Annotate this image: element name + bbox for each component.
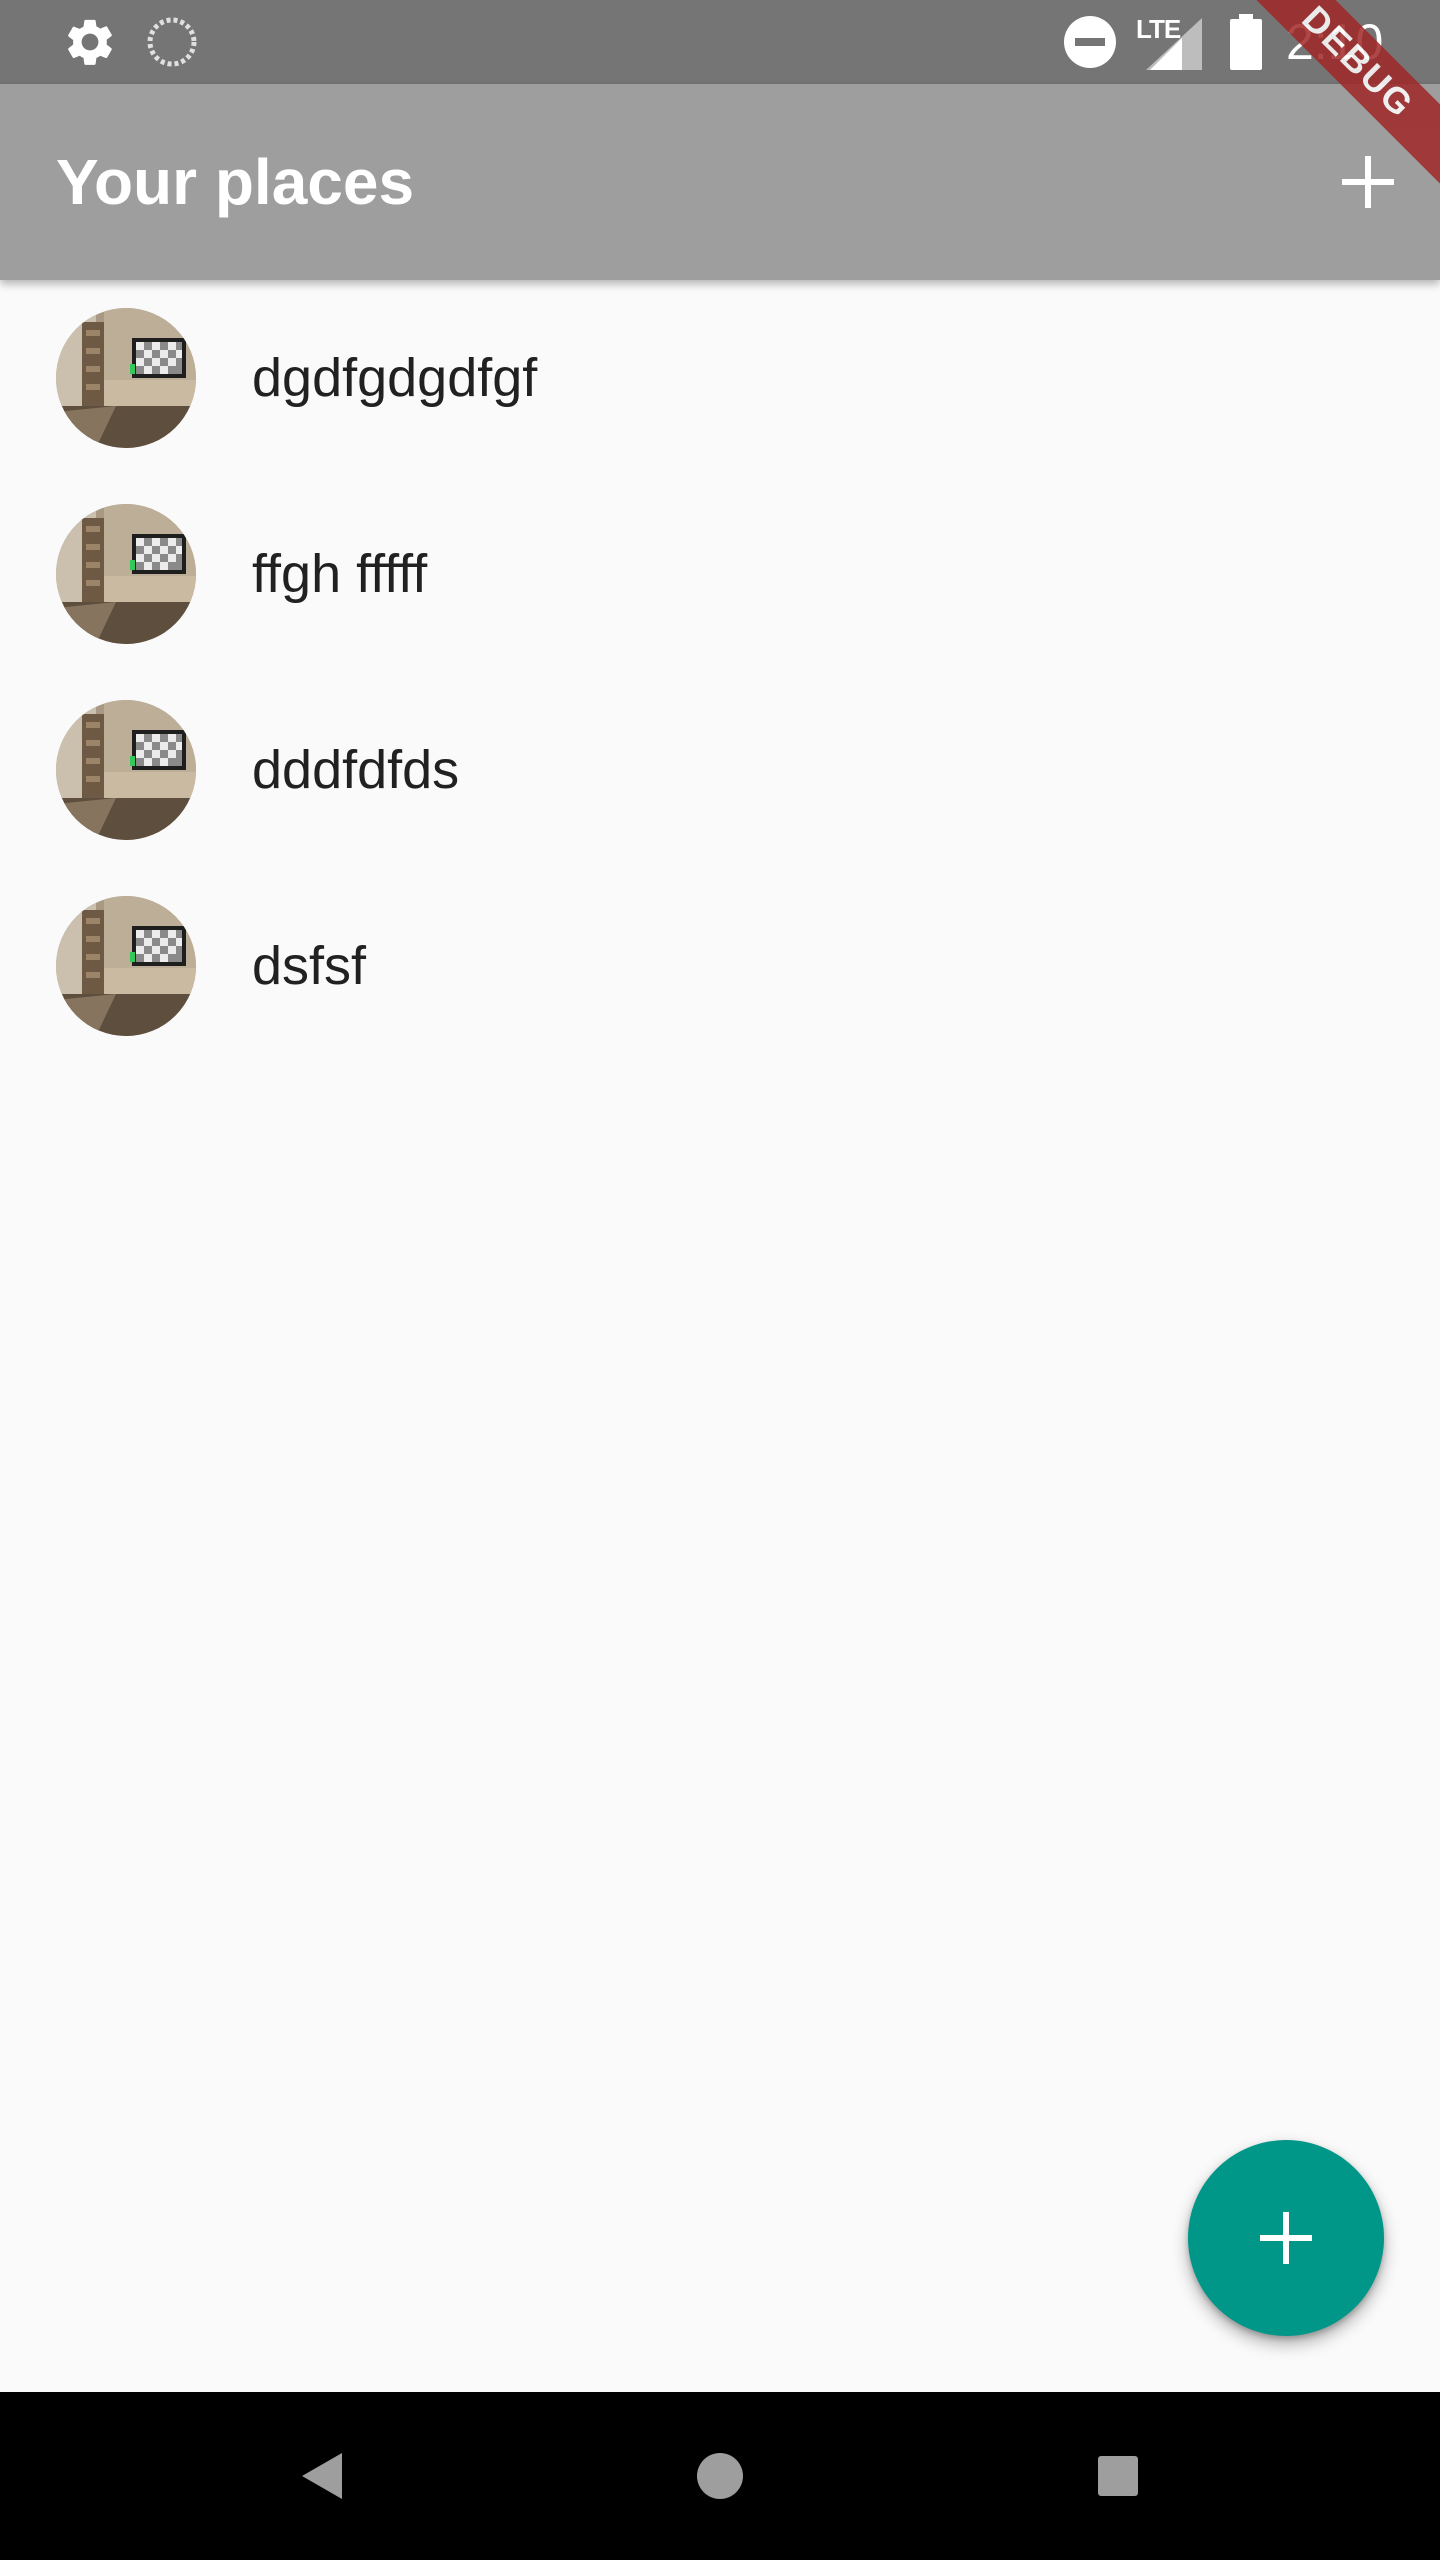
signal-icon — [1146, 18, 1202, 70]
place-title: dgdfgdgdfgf — [252, 348, 538, 408]
spinner-icon — [146, 16, 198, 68]
back-icon — [302, 2453, 342, 2499]
list-item[interactable]: dgdfgdgdfgf — [0, 280, 1440, 476]
add-place-fab[interactable] — [1188, 2140, 1384, 2336]
back-button[interactable] — [282, 2436, 362, 2516]
list-item[interactable]: dsfsf — [0, 868, 1440, 1064]
place-thumbnail — [56, 308, 196, 448]
plus-icon — [1342, 156, 1394, 208]
list-item[interactable]: ffgh fffff — [0, 476, 1440, 672]
place-thumbnail — [56, 700, 196, 840]
list-item[interactable]: dddfdfds — [0, 672, 1440, 868]
gear-icon — [62, 14, 118, 70]
do-not-disturb-icon — [1062, 14, 1118, 70]
recents-icon — [1098, 2456, 1138, 2496]
battery-icon — [1228, 14, 1264, 70]
place-thumbnail — [56, 896, 196, 1036]
screen: LTE 2:10 DEBUG Your places — [0, 0, 1440, 2560]
places-list: dgdfgdgdfgf ffgh fffff dddfdfds dsfsf — [0, 280, 1440, 1064]
app-bar: Your places — [0, 84, 1440, 280]
home-button[interactable] — [680, 2436, 760, 2516]
navigation-bar — [0, 2392, 1440, 2560]
page-title: Your places — [56, 146, 415, 218]
recents-button[interactable] — [1078, 2436, 1158, 2516]
place-title: dsfsf — [252, 936, 367, 996]
place-thumbnail — [56, 504, 196, 644]
place-title: ffgh fffff — [252, 544, 428, 604]
home-icon — [697, 2453, 743, 2499]
status-bar: LTE 2:10 — [0, 0, 1440, 84]
plus-icon — [1260, 2212, 1312, 2264]
place-title: dddfdfds — [252, 740, 460, 800]
